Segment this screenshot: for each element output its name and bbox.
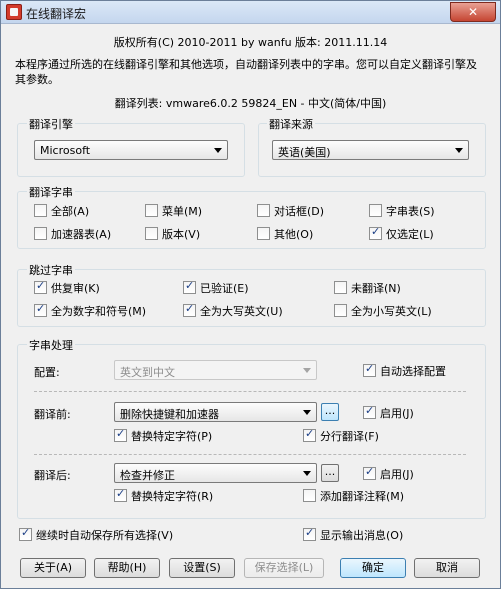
- source-dropdown-value: 英语(美国): [278, 146, 331, 159]
- checkbox-box[interactable]: [363, 465, 376, 480]
- engine-group-label: 翻译引擎: [27, 116, 75, 132]
- checkbox-show-output[interactable]: 显示输出消息(O): [303, 526, 403, 543]
- app-icon: [6, 4, 22, 20]
- checkbox-box[interactable]: [34, 226, 47, 240]
- checkbox-dialog[interactable]: 对话框(D): [257, 203, 324, 219]
- checkbox-box[interactable]: [34, 302, 47, 317]
- before-translate-label: 翻译前:: [34, 408, 71, 421]
- checkbox-before-replace-chars[interactable]: 替换特定字符(P): [114, 427, 212, 444]
- before-browse-button[interactable]: ...: [321, 403, 339, 421]
- translate-macro-window: 在线翻译宏 ✕ 版权所有(C) 2010-2011 by wanfu 版本: 2…: [0, 0, 501, 589]
- copyright-text: 版权所有(C) 2010-2011 by wanfu 版本: 2011.11.1…: [113, 36, 388, 49]
- checkbox-add-annotation[interactable]: 添加翻译注释(M): [303, 488, 404, 504]
- checkbox-box[interactable]: [183, 302, 196, 317]
- checkbox-numbers-symbols[interactable]: 全为数字和符号(M): [34, 302, 146, 319]
- settings-button[interactable]: 设置(S): [169, 558, 235, 578]
- checkbox-box[interactable]: [303, 488, 316, 502]
- checkbox-split-lines[interactable]: 分行翻译(F): [303, 427, 379, 444]
- checkbox-version[interactable]: 版本(V): [145, 226, 200, 242]
- checkbox-box[interactable]: [257, 226, 270, 240]
- engine-dropdown[interactable]: Microsoft: [34, 140, 228, 160]
- checkbox-box[interactable]: [114, 427, 127, 442]
- strings-group-label: 翻译字串: [27, 184, 75, 200]
- after-translate-value: 检查并修正: [120, 469, 175, 482]
- source-group-label: 翻译来源: [267, 116, 315, 132]
- about-button[interactable]: 关于(A): [20, 558, 86, 578]
- chevron-down-icon: [303, 368, 311, 373]
- chevron-down-icon: [303, 410, 311, 415]
- checkbox-auto-select-config[interactable]: 自动选择配置: [363, 362, 446, 379]
- checkbox-autosave-selections[interactable]: 继续时自动保存所有选择(V): [19, 526, 173, 543]
- translation-list-label: 翻译列表: vmware6.0.2 59824_EN - 中文(简体/中国): [114, 97, 387, 110]
- checkbox-all-lowercase[interactable]: 全为小写英文(L): [334, 303, 432, 319]
- close-button[interactable]: ✕: [450, 2, 496, 22]
- close-icon: ✕: [467, 5, 479, 19]
- checkbox-box[interactable]: [145, 226, 158, 240]
- checkbox-selected-only[interactable]: 仅选定(L): [369, 225, 434, 242]
- window-title: 在线翻译宏: [26, 7, 87, 21]
- cancel-button[interactable]: 取消: [414, 558, 480, 578]
- checkbox-box[interactable]: [19, 526, 32, 541]
- after-translate-label: 翻译后:: [34, 469, 71, 482]
- title-bar: 在线翻译宏 ✕: [1, 1, 500, 24]
- checkbox-box[interactable]: [334, 303, 347, 317]
- checkbox-string-table[interactable]: 字串表(S): [369, 203, 435, 219]
- chevron-down-icon: [214, 148, 222, 153]
- checkbox-box[interactable]: [363, 404, 376, 419]
- chevron-down-icon: [455, 148, 463, 153]
- checkbox-box[interactable]: [145, 203, 158, 217]
- help-button[interactable]: 帮助(H): [94, 558, 160, 578]
- checkbox-box[interactable]: [369, 203, 382, 217]
- checkbox-box[interactable]: [114, 487, 127, 502]
- description-text: 本程序通过所选的在线翻译引擎和其他选项，自动翻译列表中的字串。您可以自定义翻译引…: [15, 58, 477, 86]
- processing-group-label: 字串处理: [27, 337, 75, 353]
- checkbox-other[interactable]: 其他(O): [257, 226, 313, 242]
- config-label: 配置:: [34, 366, 60, 379]
- engine-dropdown-value: Microsoft: [40, 144, 91, 157]
- before-translate-value: 删除快捷键和加速器: [120, 408, 219, 421]
- checkbox-for-review[interactable]: 供复审(K): [34, 279, 100, 296]
- checkbox-box[interactable]: [34, 203, 47, 217]
- chevron-down-icon: [303, 471, 311, 476]
- checkbox-box[interactable]: [363, 362, 376, 377]
- after-translate-dropdown[interactable]: 检查并修正: [114, 463, 317, 483]
- checkbox-accelerator[interactable]: 加速器表(A): [34, 226, 111, 242]
- checkbox-after-enable[interactable]: 启用(J): [363, 465, 414, 482]
- config-dropdown[interactable]: 英文到中文: [114, 360, 317, 380]
- config-dropdown-value: 英文到中文: [120, 366, 175, 379]
- checkbox-all-uppercase[interactable]: 全为大写英文(U): [183, 302, 283, 319]
- after-browse-button[interactable]: ...: [321, 464, 339, 482]
- source-dropdown[interactable]: 英语(美国): [272, 140, 469, 160]
- checkbox-box[interactable]: [369, 225, 382, 240]
- checkbox-after-replace-chars[interactable]: 替换特定字符(R): [114, 487, 213, 504]
- ok-button[interactable]: 确定: [340, 558, 406, 578]
- checkbox-box[interactable]: [303, 427, 316, 442]
- save-selection-button[interactable]: 保存选择(L): [244, 558, 324, 578]
- checkbox-box[interactable]: [257, 203, 270, 217]
- separator: [34, 391, 466, 392]
- checkbox-all[interactable]: 全部(A): [34, 203, 89, 219]
- separator: [34, 454, 466, 455]
- checkbox-box[interactable]: [334, 280, 347, 294]
- before-translate-dropdown[interactable]: 删除快捷键和加速器: [114, 402, 317, 422]
- checkbox-untranslated[interactable]: 未翻译(N): [334, 280, 401, 296]
- checkbox-box[interactable]: [303, 526, 316, 541]
- skip-group-label: 跳过字串: [27, 262, 75, 278]
- checkbox-menu[interactable]: 菜单(M): [145, 203, 202, 219]
- checkbox-box[interactable]: [183, 279, 196, 294]
- checkbox-box[interactable]: [34, 279, 47, 294]
- checkbox-before-enable[interactable]: 启用(J): [363, 404, 414, 421]
- checkbox-validated[interactable]: 已验证(E): [183, 279, 249, 296]
